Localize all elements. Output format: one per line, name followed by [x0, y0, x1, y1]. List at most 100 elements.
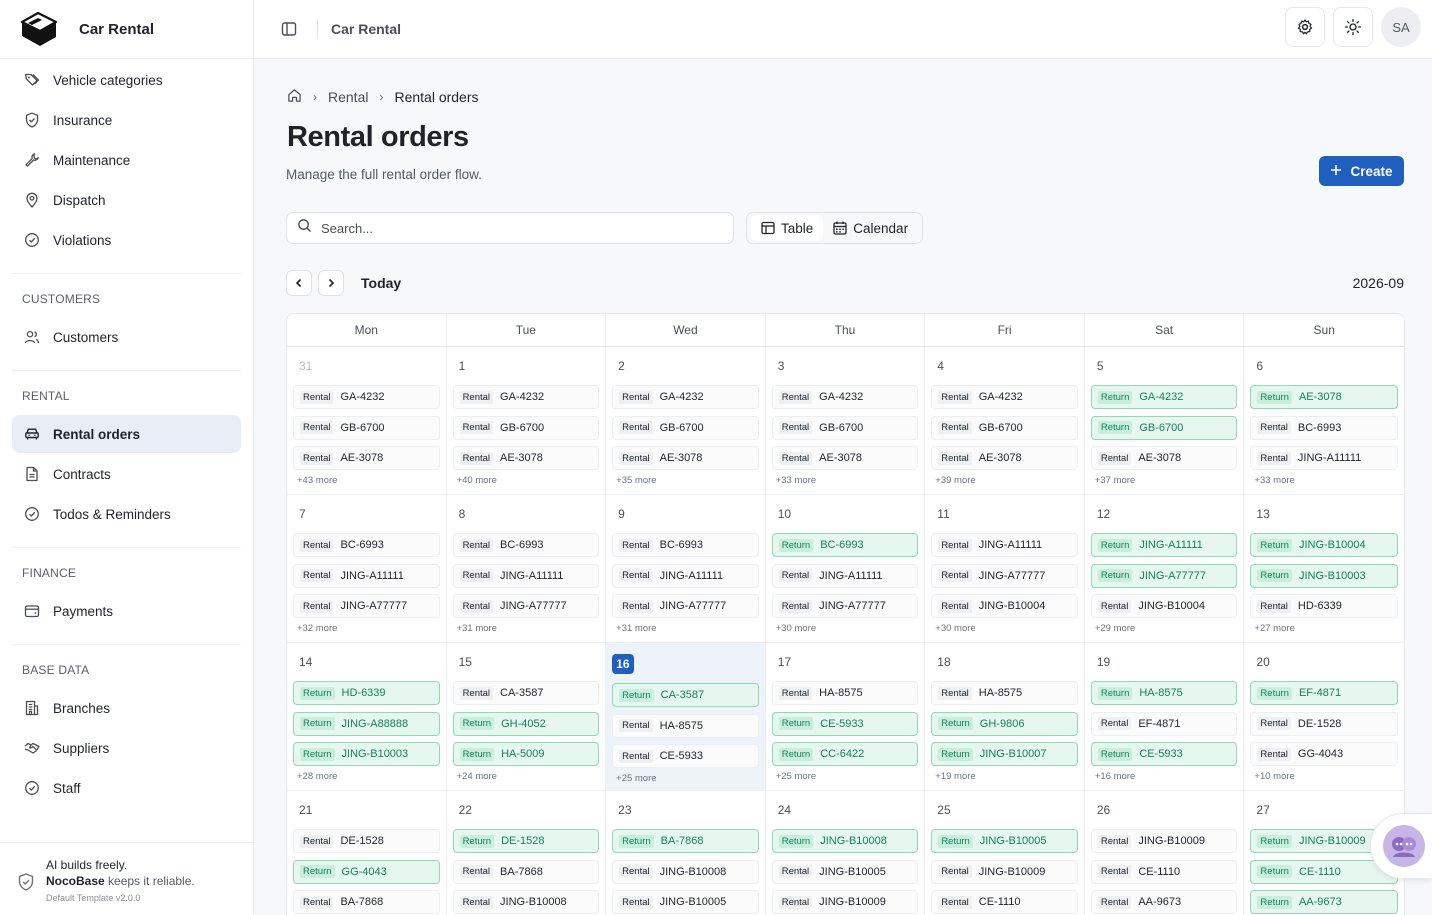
settings-button[interactable]	[1285, 7, 1325, 47]
calendar-event[interactable]: Rental JING-A11111	[612, 563, 759, 588]
calendar-event[interactable]: Rental JING-A77777	[931, 563, 1078, 588]
calendar-event[interactable]: Rental GG-4043	[1250, 742, 1398, 766]
view-calendar-button[interactable]: Calendar	[823, 215, 918, 241]
calendar-event[interactable]: Rental HA-8575	[771, 681, 919, 705]
more-events-link[interactable]: +25 more	[772, 771, 919, 782]
calendar-event[interactable]: Rental HA-8575	[931, 681, 1078, 705]
calendar-event[interactable]: Return JING-A11111	[1090, 533, 1238, 557]
calendar-event[interactable]: Rental JING-A11111	[452, 563, 600, 588]
calendar-event[interactable]: Rental CA-3587	[452, 681, 600, 705]
calendar-event[interactable]: Rental BC-6993	[1250, 415, 1398, 440]
calendar-event[interactable]: Rental GA-4232	[771, 385, 919, 409]
calendar-day-cell[interactable]: 5 Return GA-4232 Return GB-6700 Rental AE-3078…	[1085, 347, 1245, 494]
calendar-event[interactable]: Rental DE-1528	[1250, 711, 1398, 736]
today-button[interactable]: Today	[361, 275, 401, 291]
calendar-day-cell[interactable]: 2 Rental GA-4232 Rental GB-6700 Rental AE-3078…	[606, 347, 766, 494]
more-events-link[interactable]: +16 more	[1091, 771, 1238, 782]
calendar-day-cell[interactable]: 25 Return JING-B10005 Rental JING-B10009 Rent…	[925, 791, 1085, 915]
calendar-event[interactable]: Rental GB-6700	[293, 415, 440, 440]
calendar-event[interactable]: Rental BA-7868	[452, 859, 600, 884]
calendar-day-cell[interactable]: 20 Return EF-4871 Rental DE-1528 Rental GG-404…	[1244, 643, 1404, 790]
calendar-event[interactable]: Rental AE-3078	[1090, 446, 1238, 470]
calendar-event[interactable]: Rental JING-B10008	[452, 890, 600, 914]
calendar-event[interactable]: Rental AA-9673	[1090, 890, 1238, 914]
more-events-link[interactable]: +35 more	[612, 475, 759, 486]
sidebar-item-maintenance[interactable]: Maintenance	[12, 141, 241, 179]
sidebar-item-branches[interactable]: Branches	[12, 689, 241, 727]
calendar-day-cell[interactable]: 10 Return BC-6993 Rental JING-A11111 Rental JI…	[766, 495, 926, 642]
calendar-event[interactable]: Rental AE-3078	[931, 446, 1078, 470]
calendar-event[interactable]: Return JING-B10003	[1250, 563, 1398, 588]
calendar-day-cell[interactable]: 15 Rental CA-3587 Return GH-4052 Return HA-500…	[447, 643, 607, 790]
calendar-event[interactable]: Rental JING-B10005	[612, 890, 759, 914]
sidebar-item-contracts[interactable]: Contracts	[12, 455, 241, 493]
calendar-event[interactable]: Rental BC-6993	[612, 533, 759, 557]
calendar-day-cell[interactable]: 22 Return DE-1528 Rental BA-7868 Rental JING-B…	[447, 791, 607, 915]
more-events-link[interactable]: +24 more	[453, 771, 600, 782]
calendar-event[interactable]: Rental JING-A11111	[293, 563, 440, 588]
calendar-event[interactable]: Rental HA-8575	[612, 713, 759, 738]
calendar-event[interactable]: Return EF-4871	[1250, 681, 1398, 705]
calendar-event[interactable]: Return JING-A77777	[1090, 563, 1238, 588]
calendar-event[interactable]: Rental GA-4232	[612, 385, 759, 409]
calendar-event[interactable]: Rental JING-B10004	[931, 594, 1078, 618]
calendar-day-cell[interactable]: 26 Rental JING-B10009 Rental CE-1110 Rental AA…	[1085, 791, 1245, 915]
calendar-event[interactable]: Return JING-B10003	[293, 742, 440, 766]
calendar-day-cell[interactable]: 8 Rental BC-6993 Rental JING-A11111 Rental JIN…	[447, 495, 607, 642]
more-events-link[interactable]: +43 more	[293, 475, 440, 486]
calendar-event[interactable]: Return JING-B10007	[931, 742, 1078, 766]
more-events-link[interactable]: +31 more	[453, 623, 600, 634]
breadcrumb-rental[interactable]: Rental	[328, 89, 368, 105]
calendar-event[interactable]: Rental JING-A11111	[931, 533, 1078, 557]
calendar-event[interactable]: Rental JING-A11111	[1250, 446, 1398, 470]
calendar-event[interactable]: Return GH-4052	[452, 711, 600, 736]
calendar-event[interactable]: Rental JING-B10009	[1090, 829, 1238, 853]
calendar-event[interactable]: Rental JING-B10009	[931, 859, 1078, 884]
calendar-event[interactable]: Rental GA-4232	[293, 385, 440, 409]
calendar-event[interactable]: Rental BC-6993	[452, 533, 600, 557]
sidebar-toggle-icon[interactable]	[279, 19, 299, 39]
calendar-event[interactable]: Rental HD-6339	[1250, 594, 1398, 618]
calendar-event[interactable]: Rental AE-3078	[293, 446, 440, 470]
calendar-event[interactable]: Return AE-3078	[1250, 385, 1398, 409]
calendar-event[interactable]: Rental GA-4232	[452, 385, 600, 409]
calendar-day-cell[interactable]: 16 Return CA-3587 Rental HA-8575 Rental CE-593…	[606, 643, 766, 790]
avatar[interactable]: SA	[1381, 7, 1421, 47]
calendar-event[interactable]: Return HD-6339	[293, 681, 440, 705]
calendar-event[interactable]: Rental EF-4871	[1090, 711, 1238, 736]
calendar-event[interactable]: Rental AE-3078	[612, 446, 759, 470]
next-month-button[interactable]	[318, 270, 344, 296]
calendar-event[interactable]: Return BC-6993	[771, 533, 919, 557]
calendar-event[interactable]: Return GA-4232	[1090, 385, 1238, 409]
calendar-day-cell[interactable]: 3 Rental GA-4232 Rental GB-6700 Rental AE-3078…	[766, 347, 926, 494]
calendar-event[interactable]: Rental CE-5933	[612, 744, 759, 768]
calendar-day-cell[interactable]: 1 Rental GA-4232 Rental GB-6700 Rental AE-3078…	[447, 347, 607, 494]
more-events-link[interactable]: +31 more	[612, 623, 759, 634]
more-events-link[interactable]: +27 more	[1250, 623, 1398, 634]
calendar-event[interactable]: Return DE-1528	[452, 829, 600, 853]
calendar-event[interactable]: Rental GA-4232	[931, 385, 1078, 409]
more-events-link[interactable]: +19 more	[931, 771, 1078, 782]
sidebar-item-violations[interactable]: Violations	[12, 221, 241, 259]
sidebar-item-dispatch[interactable]: Dispatch	[12, 181, 241, 219]
calendar-day-cell[interactable]: 21 Rental DE-1528 Return GG-4043 Rental BA-786…	[287, 791, 447, 915]
calendar-event[interactable]: Return JING-A88888	[293, 711, 440, 736]
calendar-event[interactable]: Return BA-7868	[612, 829, 759, 853]
calendar-day-cell[interactable]: 31 Rental GA-4232 Rental GB-6700 Rental AE-307…	[287, 347, 447, 494]
calendar-event[interactable]: Return CC-6422	[771, 742, 919, 766]
calendar-day-cell[interactable]: 4 Rental GA-4232 Rental GB-6700 Rental AE-3078…	[925, 347, 1085, 494]
calendar-event[interactable]: Rental JING-A77777	[771, 594, 919, 618]
sidebar-item-insurance[interactable]: Insurance	[12, 101, 241, 139]
calendar-day-cell[interactable]: 11 Rental JING-A11111 Rental JING-A77777 Rent…	[925, 495, 1085, 642]
calendar-event[interactable]: Return HA-8575	[1090, 681, 1238, 705]
calendar-event[interactable]: Rental JING-B10008	[612, 859, 759, 884]
create-button[interactable]: Create	[1319, 156, 1404, 186]
more-events-link[interactable]: +10 more	[1250, 771, 1398, 782]
calendar-event[interactable]: Return CE-5933	[1090, 742, 1238, 766]
calendar-event[interactable]: Return CA-3587	[612, 683, 759, 707]
calendar-event[interactable]: Return JING-B10004	[1250, 533, 1398, 557]
calendar-event[interactable]: Return GG-4043	[293, 859, 440, 884]
calendar-event[interactable]: Rental JING-B10005	[771, 859, 919, 884]
calendar-event[interactable]: Rental JING-A77777	[293, 594, 440, 618]
calendar-event[interactable]: Rental AE-3078	[452, 446, 600, 470]
